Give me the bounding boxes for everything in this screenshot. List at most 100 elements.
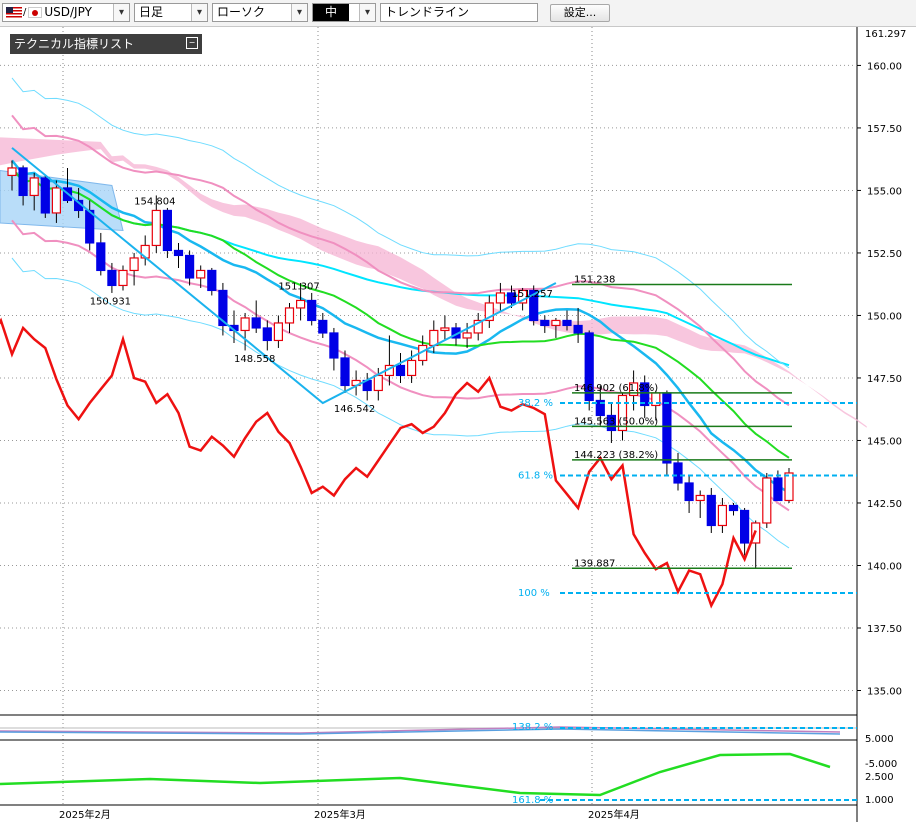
fibonacci-level-label: 144.223 (38.2%) <box>574 450 658 461</box>
us-flag-icon <box>6 7 22 18</box>
candle-body <box>773 477 783 502</box>
price-tick-label: 155.00 <box>867 186 902 197</box>
timeframe-label: 日足 <box>139 5 164 19</box>
candle-body <box>118 269 128 287</box>
candle-body <box>728 504 739 512</box>
candle-body <box>129 257 139 272</box>
candle-body <box>173 249 184 257</box>
fibonacci-extension-label: 38.2 % <box>518 398 553 409</box>
settings-button[interactable]: 設定... <box>550 4 610 22</box>
oscillator-level-label: 138.2 % <box>512 722 553 733</box>
candle-body <box>706 494 716 527</box>
volatility-tick-label: 1.000 <box>865 795 894 806</box>
chart-type-label: ローソク <box>217 5 266 19</box>
fibonacci-extension-label: 100 % <box>518 588 550 599</box>
candle-body <box>196 269 206 279</box>
fibonacci-level-label: 145.563 (50.0%) <box>574 416 658 427</box>
candle-body <box>18 167 28 197</box>
oscillator-tick-label: 5.000 <box>865 734 894 745</box>
candle-body <box>784 472 794 502</box>
candle-body <box>307 299 317 322</box>
price-label: 151.257 <box>512 289 553 300</box>
candle-body <box>540 319 550 327</box>
candle-body <box>695 494 705 502</box>
line-width-select[interactable]: 中 ▾ <box>312 3 376 22</box>
symbol-select[interactable]: / USD/JPY ▾ <box>2 3 130 22</box>
price-tick-label: 137.50 <box>867 624 902 635</box>
date-label: 2025年4月 <box>588 808 640 821</box>
collapse-icon[interactable]: − <box>186 37 198 49</box>
price-tick-label: 135.00 <box>867 686 902 697</box>
candle-body <box>717 504 728 527</box>
candle-body <box>673 462 683 484</box>
candle-body <box>51 187 62 214</box>
fibonacci-extension-label: 61.8 % <box>518 470 553 481</box>
candle-body <box>429 329 439 347</box>
fibonacci-level-label: 139.887 <box>574 558 615 569</box>
candle-body <box>207 269 217 292</box>
plot-background <box>0 27 857 822</box>
price-label: 151.307 <box>278 281 319 292</box>
price-label: 150.931 <box>90 296 131 307</box>
price-axis-top-label: 161.297 <box>865 29 906 40</box>
price-tick-label: 147.50 <box>867 374 902 385</box>
price-label: 148.558 <box>234 354 275 365</box>
candle-body <box>107 269 117 287</box>
price-label: 154.804 <box>134 196 175 207</box>
candle-body <box>284 307 295 324</box>
candle-body <box>573 324 583 334</box>
candle-body <box>162 209 172 252</box>
candle-body <box>273 322 283 342</box>
toolbar: / USD/JPY ▾ 日足 ▾ ローソク ▾ 中 ▾ トレンドライン 設定... <box>0 0 916 27</box>
line-width-label: 中 <box>313 4 350 21</box>
chevron-down-icon[interactable]: ▾ <box>113 4 129 21</box>
candle-body <box>29 177 39 197</box>
candle-body <box>151 209 161 247</box>
candle-body <box>551 319 561 327</box>
chart-area[interactable]: 160.00 157.50 155.00 152.50 150.00 147.50 145.… <box>0 27 916 822</box>
chevron-down-icon[interactable]: ▾ <box>359 4 375 21</box>
chevron-down-icon[interactable]: ▾ <box>191 4 207 21</box>
volatility-level-label: 161.8 % <box>512 795 553 806</box>
date-label: 2025年3月 <box>314 808 366 821</box>
candle-body <box>562 319 572 327</box>
candle-body <box>85 209 95 244</box>
candle-body <box>262 327 272 342</box>
indicator-list-label: テクニカル指標リスト <box>14 37 135 51</box>
price-tick-label: 152.50 <box>867 249 902 260</box>
candle-body <box>329 332 339 359</box>
chart-type-select[interactable]: ローソク ▾ <box>212 3 308 22</box>
price-tick-label: 140.00 <box>867 561 902 572</box>
price-tick-label: 150.00 <box>867 311 902 322</box>
candle-body <box>185 254 195 279</box>
indicator-list-panel[interactable]: テクニカル指標リスト − <box>10 34 202 54</box>
chevron-down-icon[interactable]: ▾ <box>291 4 307 21</box>
candle-body <box>340 357 350 387</box>
date-label: 2025年2月 <box>59 808 111 821</box>
candle-body <box>684 482 694 502</box>
candle-body <box>373 374 383 392</box>
price-tick-label: 157.50 <box>867 124 902 135</box>
candle-body <box>296 299 306 309</box>
price-label: 146.542 <box>334 404 375 415</box>
candle-body <box>251 317 261 329</box>
fibonacci-level-label: 146.902 (61.8%) <box>574 383 658 394</box>
fibonacci-level-label: 151.238 <box>574 275 615 286</box>
drawing-tool-field[interactable]: トレンドライン <box>380 3 538 22</box>
symbol-label: USD/JPY <box>44 5 92 19</box>
candle-body <box>7 167 17 177</box>
candle-body <box>762 477 772 524</box>
price-chart[interactable]: 160.00 157.50 155.00 152.50 150.00 147.50 145.… <box>0 27 916 822</box>
candle-body <box>407 359 417 377</box>
timeframe-select[interactable]: 日足 ▾ <box>134 3 208 22</box>
drawing-tool-label: トレンドライン <box>385 5 470 19</box>
price-tick-label: 160.00 <box>867 61 902 72</box>
candle-body <box>495 292 505 304</box>
candle-body <box>395 364 406 377</box>
candle-body <box>739 509 750 544</box>
candle-body <box>318 319 328 334</box>
jp-flag-icon <box>28 7 43 18</box>
candle-body <box>440 327 450 332</box>
price-tick-label: 142.50 <box>867 499 902 510</box>
candle-body <box>40 177 50 214</box>
